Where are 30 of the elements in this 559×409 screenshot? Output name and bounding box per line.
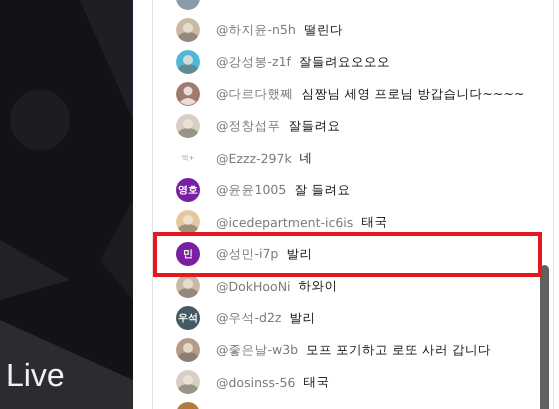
comment-text: 하와이 <box>298 278 338 294</box>
comment-text: 모프 포기하고 로또 사러 갑니다 <box>306 342 492 358</box>
comment-author[interactable]: @정창섭푸 <box>216 118 280 134</box>
comment-author[interactable]: @dosinss-56 <box>216 374 296 390</box>
comment-author[interactable]: @다르다했쩨 <box>216 86 294 102</box>
comment-text: 잘들려요 <box>288 118 340 134</box>
comment-author[interactable]: @icedepartment-ic6is <box>216 214 354 230</box>
avatar-initials: 영호 <box>176 178 200 202</box>
comment-text: 심짱님 세영 프로님 방갑습니다~~~~ <box>302 86 524 102</box>
comment-author[interactable]: @DokHooNi <box>216 278 291 294</box>
avatar-icon <box>176 82 200 106</box>
live-caption: Live <box>6 356 65 394</box>
comment-author[interactable]: @성민-i7p <box>216 246 278 262</box>
comment-text: 잘들려요오오오 <box>298 54 390 70</box>
scrollbar-thumb[interactable] <box>540 265 549 409</box>
comment-text: 떨린다 <box>304 22 343 38</box>
comment-text: 잘 들려요 <box>294 182 350 198</box>
comment-author[interactable]: @강성봉-z1f <box>216 54 291 70</box>
avatar-initials: 민 <box>176 242 200 266</box>
comment-text: 발리 <box>286 246 312 262</box>
comment-text: 태국 <box>361 214 388 230</box>
comment-author[interactable]: @좋은날-w3b <box>216 342 298 358</box>
comment-text: 발리 <box>289 310 316 326</box>
comment-author[interactable]: @우석-d2z <box>216 310 282 326</box>
comment-text: 태국 <box>303 374 330 390</box>
comment-author[interactable]: @윤윤1005 <box>216 182 286 198</box>
avatar-initials: 우석 <box>176 306 200 330</box>
comment-text: 네 <box>300 150 313 166</box>
comment-author[interactable]: @하지윤-n5h <box>216 22 296 38</box>
comment-author[interactable]: @Ezzz-297k <box>216 150 292 166</box>
